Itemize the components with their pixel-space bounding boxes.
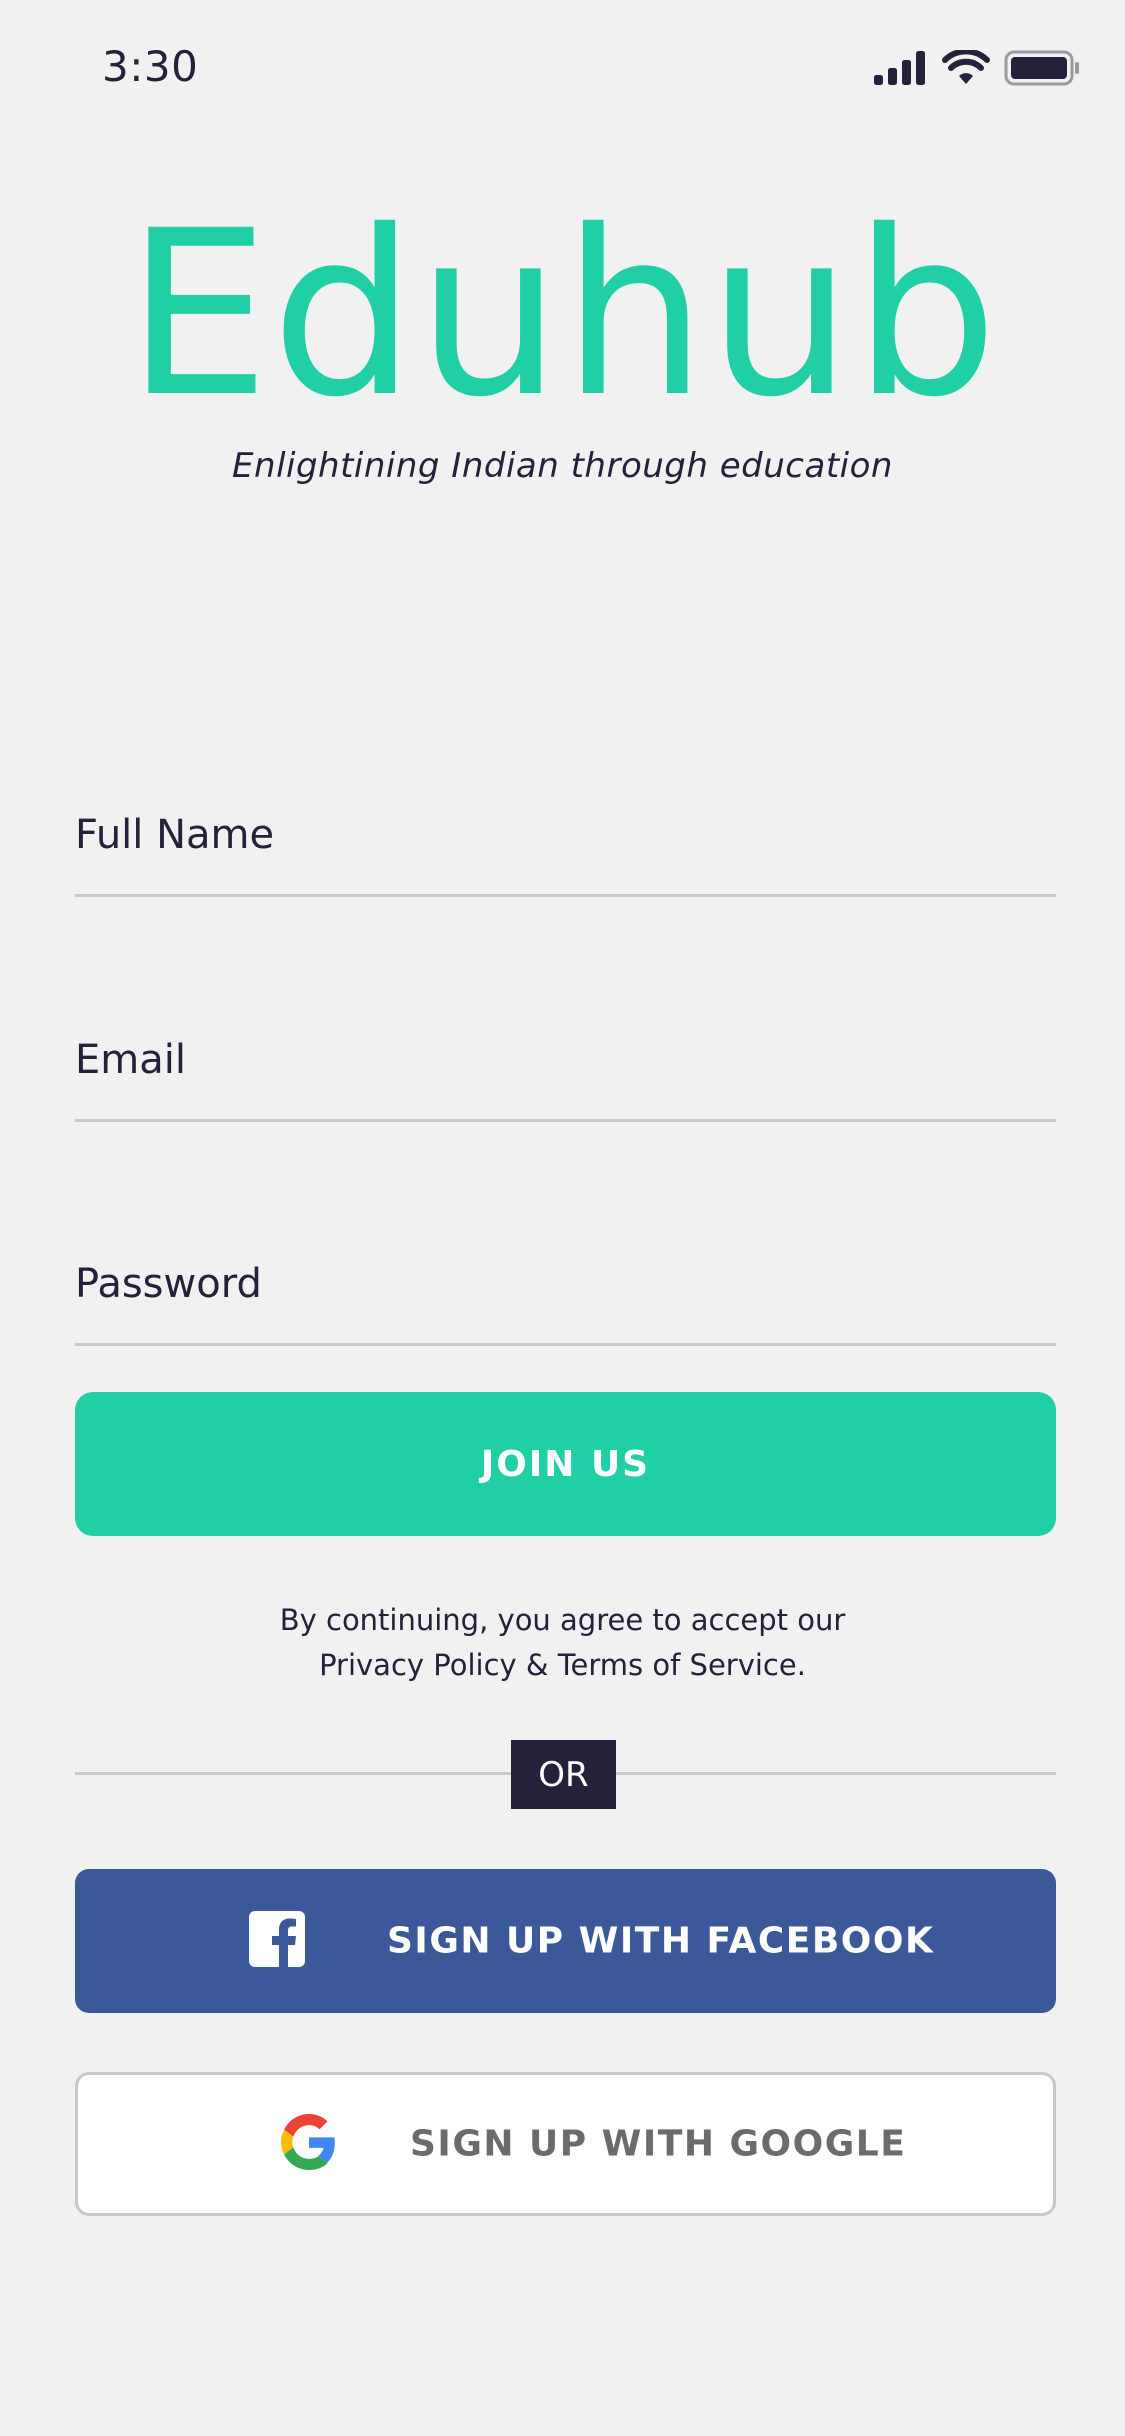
- app-tagline: Enlightining Indian through education: [232, 446, 893, 486]
- google-icon: [281, 2114, 337, 2174]
- facebook-icon: [249, 1911, 305, 1971]
- terms-line-1: By continuing, you agree to accept our: [279, 1603, 846, 1637]
- full-name-field[interactable]: [75, 800, 1056, 897]
- join-us-button[interactable]: JOIN US: [75, 1392, 1056, 1536]
- google-label: SIGN UP WITH GOOGLE: [410, 2123, 907, 2165]
- facebook-label: SIGN UP WITH FACEBOOK: [387, 1920, 935, 1962]
- password-input[interactable]: [75, 1261, 1056, 1307]
- email-input[interactable]: [75, 1037, 1056, 1083]
- or-label: OR: [538, 1754, 589, 1795]
- sign-up-google-button[interactable]: SIGN UP WITH GOOGLE: [75, 2072, 1056, 2216]
- sign-up-facebook-button[interactable]: SIGN UP WITH FACEBOOK: [75, 1869, 1056, 2013]
- status-icons: [874, 50, 1080, 86]
- or-divider: OR: [511, 1740, 616, 1809]
- signal-icon: [874, 51, 928, 85]
- terms-text: By continuing, you agree to accept our P…: [0, 1598, 1125, 1688]
- wifi-icon: [942, 50, 990, 86]
- join-us-label: JOIN US: [480, 1443, 651, 1485]
- app-logo-text: Eduhub: [125, 181, 1000, 447]
- password-field[interactable]: [75, 1249, 1056, 1346]
- terms-line-2[interactable]: Privacy Policy & Terms of Service.: [0, 1643, 1125, 1688]
- full-name-input[interactable]: [75, 812, 1056, 858]
- status-time: 3:30: [102, 42, 199, 91]
- email-field[interactable]: [75, 1025, 1056, 1122]
- battery-icon: [1004, 50, 1080, 86]
